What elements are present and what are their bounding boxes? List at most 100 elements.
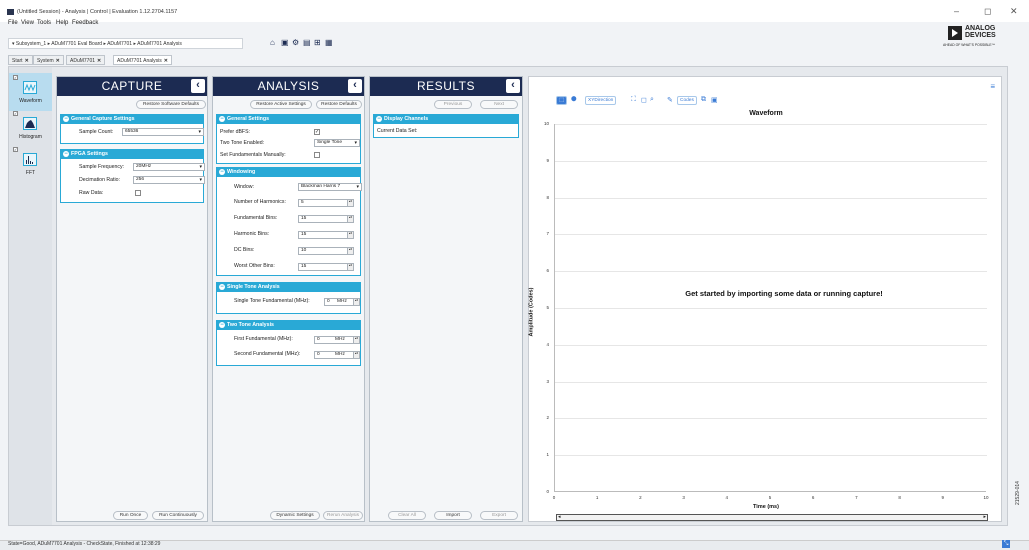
breadcrumb[interactable]: ▾ Subsystem_1 ▸ ADuM7701 Eval Board ▸ AD… [8, 38, 243, 49]
x-tick-label: 7 [855, 495, 858, 500]
y-gridline [555, 308, 987, 309]
close-icon[interactable]: ✕ [97, 58, 101, 64]
grid-icon[interactable]: ▦ [325, 38, 333, 47]
tab-system[interactable]: System ✕ [33, 55, 64, 65]
prefer-dbfs-checkbox[interactable]: ✓ [314, 129, 320, 135]
scroll-left-icon[interactable]: ◂ [558, 514, 561, 520]
fpga-settings-header[interactable]: FPGA Settings [61, 150, 203, 159]
collapse-capture-button[interactable]: ‹ [191, 79, 205, 93]
run-once-button[interactable]: Run Once [113, 511, 148, 520]
status-icon[interactable]: ⤡ [1002, 540, 1010, 548]
window-select[interactable]: Blackman Harris 7 [298, 183, 362, 191]
run-continuously-button[interactable]: Run Continuously [152, 511, 204, 520]
tree-icon[interactable]: ⊞ [314, 38, 322, 47]
single-tone-analysis-header[interactable]: Single Tone Analysis [217, 283, 360, 292]
restore-software-defaults-button[interactable]: Restore Software Defaults [136, 100, 206, 109]
y-tick-label: 10 [543, 121, 549, 126]
scroll-right-icon[interactable]: ▸ [983, 514, 986, 520]
select-tool-icon[interactable]: ⬚ [556, 96, 567, 105]
close-icon[interactable]: ✕ [56, 58, 60, 64]
codes-select[interactable]: Codes [677, 96, 697, 105]
sample-frequency-select[interactable]: 20MHz [133, 163, 205, 171]
close-icon[interactable]: ✕ [25, 58, 29, 64]
y-gridline [555, 455, 987, 457]
first-fundamental-input[interactable]: 0 MHz [314, 336, 360, 344]
plot-area[interactable] [554, 124, 987, 492]
minimize-button[interactable]: – [954, 6, 959, 16]
horizontal-scrollbar[interactable]: ◂ ▸ [556, 514, 988, 521]
two-tone-analysis-header[interactable]: Two Tone Analysis [217, 321, 360, 330]
x-tick-label: 3 [682, 495, 685, 500]
single-tone-fundamental-input[interactable]: 0 MHz [324, 298, 360, 306]
close-icon[interactable]: ✕ [164, 58, 168, 64]
import-button[interactable]: Import [434, 511, 472, 520]
fundamental-bins-input[interactable]: 15 [298, 215, 354, 223]
close-window-button[interactable]: ✕ [1010, 6, 1018, 17]
dc-bins-input[interactable]: 10 [298, 247, 354, 255]
number-of-harmonics-input[interactable]: 5 [298, 199, 354, 207]
restore-active-settings-button[interactable]: Restore Active Settings [250, 100, 312, 109]
zoom-fit-icon[interactable]: ⛶ [631, 96, 636, 108]
export-button[interactable]: Export [480, 511, 518, 520]
maximize-button[interactable]: ◻ [984, 6, 991, 17]
collapse-results-button[interactable]: ‹ [506, 79, 520, 93]
x-tick-label: 10 [983, 495, 989, 500]
hamburger-menu-icon[interactable]: ≡ [990, 82, 995, 91]
sample-count-select[interactable]: 65536 [122, 128, 204, 136]
waveform-checkbox[interactable]: ✓ [13, 75, 18, 80]
single-tone-analysis-section: Single Tone Analysis Single Tone Fundame… [216, 282, 361, 314]
tab-start[interactable]: Start ✕ [8, 55, 33, 65]
collapse-analysis-button[interactable]: ‹ [348, 79, 362, 93]
pencil-icon[interactable]: ✎ [667, 96, 673, 108]
previous-button[interactable]: Previous [434, 100, 472, 109]
display-channels-header[interactable]: Display Channels [374, 115, 518, 124]
general-capture-settings-header[interactable]: General Capture Settings [61, 115, 203, 124]
x-tick-label: 6 [811, 495, 815, 500]
tab-adum7701[interactable]: ADuM7701 ✕ [66, 55, 106, 65]
menu-bar: File View Tools Help Feedback [0, 20, 500, 30]
harmonic-bins-input[interactable]: 15 [298, 231, 354, 239]
menu-help[interactable]: Help [56, 20, 68, 26]
second-fundamental-input[interactable]: 0 MHz [314, 351, 360, 359]
menu-view[interactable]: View [21, 20, 34, 26]
rerun-analysis-button[interactable]: Rerun Analysis [323, 511, 363, 520]
worst-other-bins-input[interactable]: 15 [298, 263, 354, 271]
dynamic-settings-button[interactable]: Dynamic Settings [270, 511, 320, 520]
save-image-icon[interactable]: ▣ [711, 96, 718, 108]
display-channels-section: Display Channels Current Data Set: [373, 114, 519, 138]
y-tick-label: 0 [546, 489, 549, 494]
histogram-checkbox[interactable]: ✓ [13, 111, 18, 116]
zoom-box-icon[interactable]: ◻ [641, 96, 647, 108]
menu-tools[interactable]: Tools [37, 20, 51, 26]
app-icon [7, 9, 14, 15]
y-tick-label: 4 [546, 341, 549, 347]
copy-icon[interactable]: ⧉ [701, 96, 706, 108]
next-button[interactable]: Next [480, 100, 518, 109]
zoom-icon[interactable]: ⌕ [650, 96, 654, 108]
clear-all-button[interactable]: Clear All [388, 511, 426, 520]
xy-direction-button[interactable]: XYDirection [585, 96, 617, 105]
home-icon[interactable]: ⌂ [270, 38, 278, 47]
nav-fft[interactable]: ✓ FFT [9, 145, 52, 183]
settings-icon[interactable]: ⚙ [292, 38, 300, 47]
restore-defaults-button[interactable]: Restore Defaults [316, 100, 362, 109]
general-settings-header[interactable]: General Settings [217, 115, 360, 124]
status-text: State=Good, ADuM7701 Analysis - CheckSta… [8, 541, 161, 547]
menu-feedback[interactable]: Feedback [72, 20, 98, 26]
nav-waveform[interactable]: ✓ Waveform [9, 73, 52, 111]
save-icon[interactable]: ▣ [281, 38, 289, 47]
set-fundamentals-checkbox[interactable] [314, 152, 320, 158]
fft-checkbox[interactable]: ✓ [13, 147, 18, 152]
y-tick-label: 7 [546, 231, 549, 237]
pan-icon[interactable]: ⬤ [571, 96, 577, 108]
nav-histogram[interactable]: ✓ Histogram [9, 109, 52, 147]
tab-adum7701-analysis[interactable]: ADuM7701 Analysis ✕ [113, 55, 172, 65]
windowing-header[interactable]: Windowing [217, 168, 360, 177]
menu-file[interactable]: File [8, 20, 18, 26]
left-nav: ✓ Waveform ✓ Histogram ✓ FFT [9, 67, 52, 525]
decimation-ratio-select[interactable]: 256 [133, 176, 205, 184]
two-tone-select[interactable]: Single Tone [314, 139, 360, 147]
export-icon[interactable]: ▤ [303, 38, 311, 47]
waveform-icon [23, 81, 37, 94]
raw-data-checkbox[interactable] [135, 190, 141, 196]
